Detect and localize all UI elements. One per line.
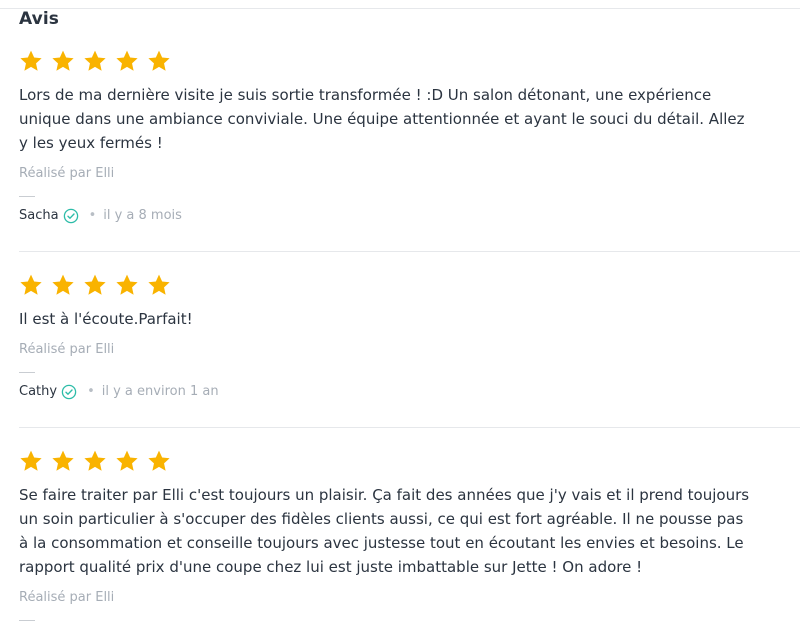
- verified-check-icon: [63, 208, 79, 224]
- review-meta: Sacha • il y a 8 mois: [19, 208, 800, 224]
- review-text: Lors de ma dernière visite je suis sorti…: [19, 86, 745, 152]
- star-rating: [19, 271, 800, 299]
- separator-dot: •: [87, 384, 95, 399]
- reviews-section-title: Avis: [19, 9, 59, 29]
- short-divider: [19, 196, 35, 197]
- separator-dot: •: [88, 208, 97, 223]
- star-rating: [19, 447, 800, 475]
- star-icon: [115, 449, 139, 473]
- star-icon: [83, 273, 107, 297]
- review-date: il y a environ 1 an: [101, 384, 219, 399]
- review-divider: [19, 427, 800, 428]
- verified-check-icon: [61, 384, 77, 400]
- review-meta: Cathy • il y a environ 1 an: [19, 384, 800, 400]
- star-icon: [51, 449, 75, 473]
- review-card: Se faire traiter par Elli c'est toujours…: [19, 447, 800, 621]
- star-icon: [115, 49, 139, 73]
- star-icon: [83, 49, 107, 73]
- star-icon: [147, 49, 171, 73]
- review-text: Il est à l'écoute.Parfait!: [19, 310, 193, 328]
- short-divider: [19, 372, 35, 373]
- star-icon: [83, 449, 107, 473]
- star-icon: [19, 273, 43, 297]
- review-card: Lors de ma dernière visite je suis sorti…: [19, 47, 800, 224]
- star-icon: [115, 273, 139, 297]
- star-icon: [147, 273, 171, 297]
- author-name: Sacha: [19, 208, 59, 223]
- review-text: Se faire traiter par Elli c'est toujours…: [19, 486, 750, 576]
- top-divider: [0, 8, 800, 9]
- author-name: Cathy: [19, 384, 58, 399]
- star-icon: [147, 449, 171, 473]
- short-divider: [19, 620, 35, 621]
- review-date: il y a 8 mois: [103, 208, 182, 223]
- performer-label: Réalisé par Elli: [19, 590, 115, 605]
- star-icon: [51, 273, 75, 297]
- star-rating: [19, 47, 800, 75]
- review-card: Il est à l'écoute.Parfait! Réalisé par E…: [19, 271, 800, 400]
- star-icon: [19, 49, 43, 73]
- performer-label: Réalisé par Elli: [19, 166, 115, 181]
- star-icon: [51, 49, 75, 73]
- review-divider: [19, 251, 800, 252]
- star-icon: [19, 449, 43, 473]
- performer-label: Réalisé par Elli: [19, 342, 115, 357]
- reviews-page: Avis Lors de ma dernière visite je suis …: [0, 0, 800, 624]
